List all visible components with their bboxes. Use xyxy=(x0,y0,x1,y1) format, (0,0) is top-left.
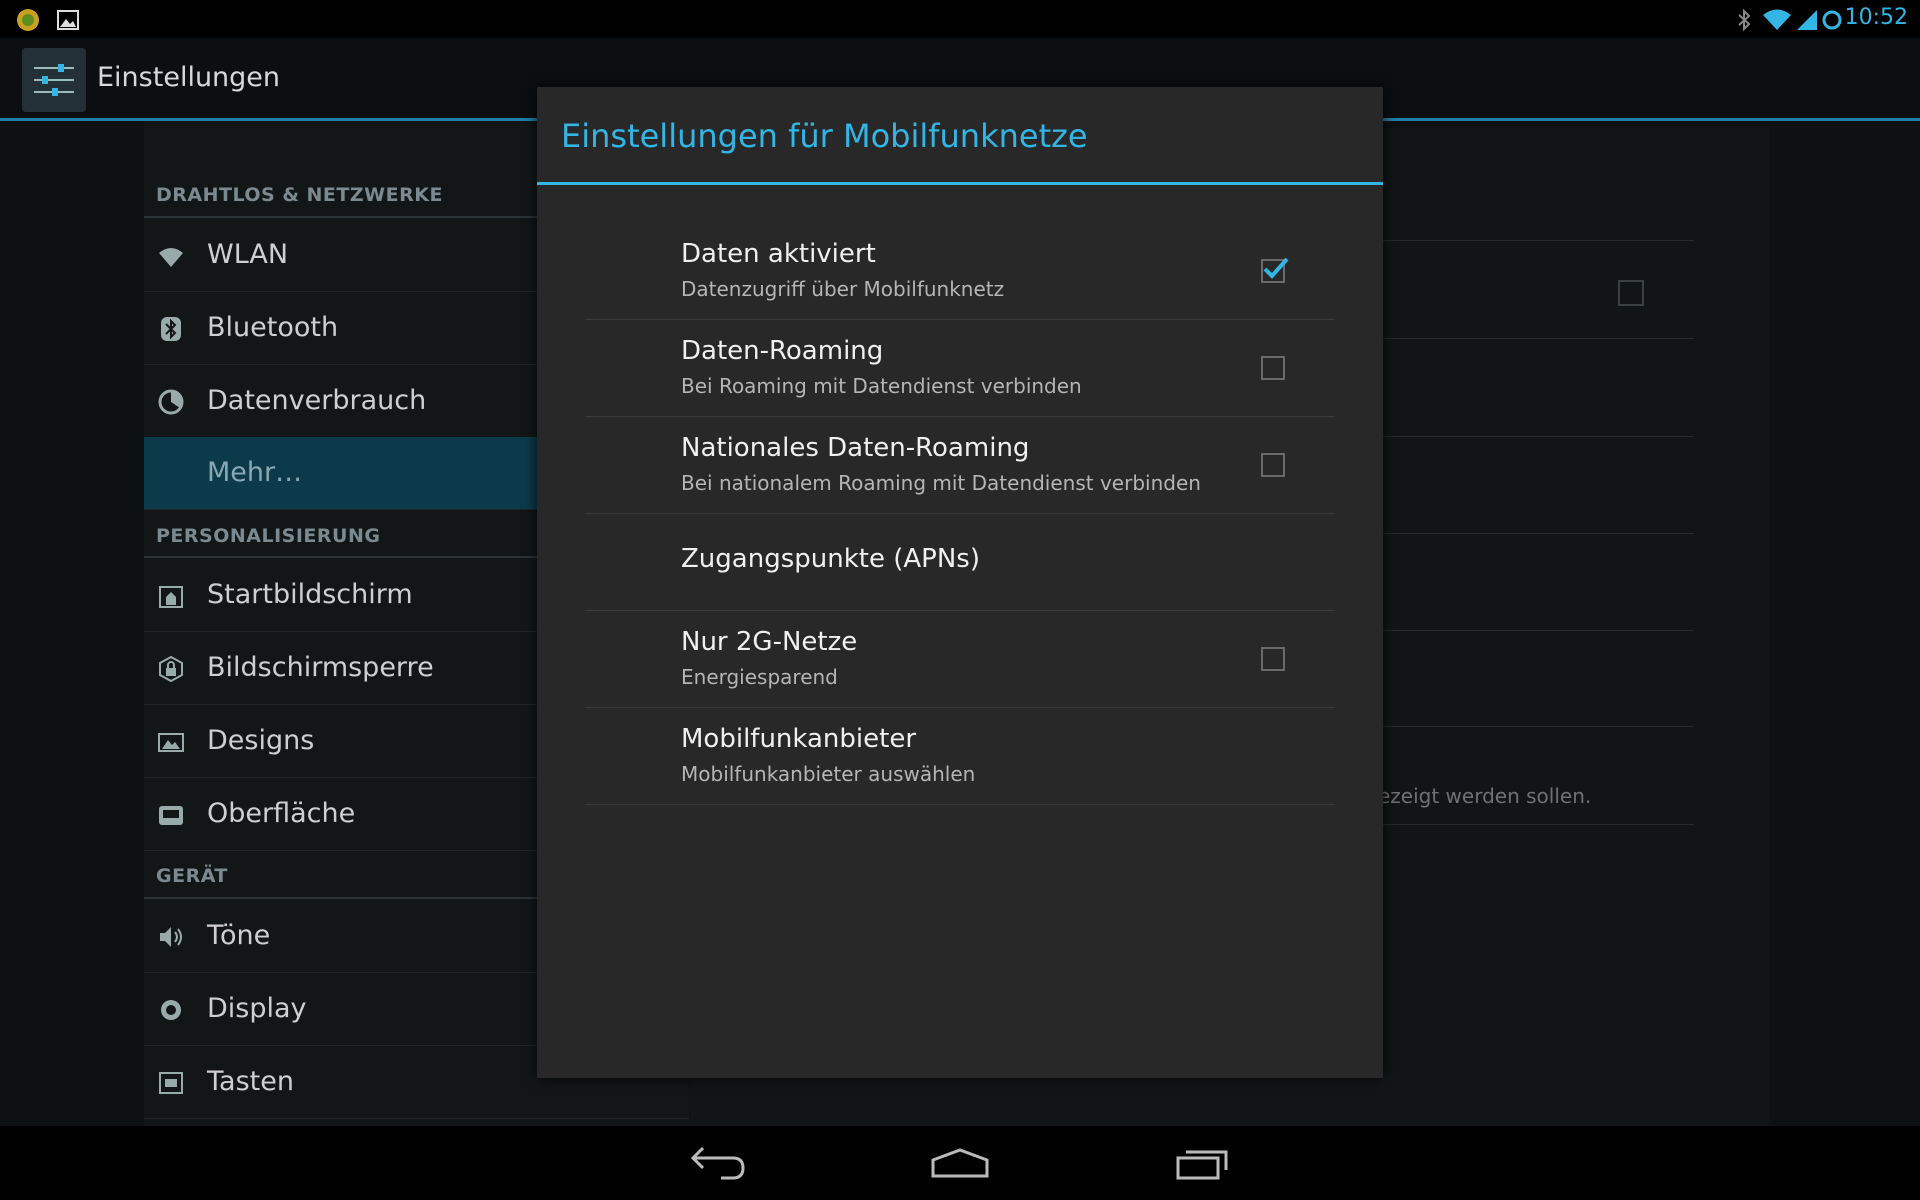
sidebar-item-label: Bildschirmsperre xyxy=(207,652,434,683)
section-header-personalization: PERSONALISIERUNG xyxy=(156,525,381,547)
recent-apps-icon[interactable] xyxy=(1168,1138,1238,1188)
settings-app-icon[interactable] xyxy=(22,48,86,112)
setting-title: Mobilfunkanbieter xyxy=(681,724,917,754)
setting-summary: Bei nationalem Roaming mit Datendienst v… xyxy=(681,471,1201,495)
setting-data-roaming[interactable]: Daten-Roaming Bei Roaming mit Datendiens… xyxy=(585,320,1335,417)
setting-summary: Datenzugriff über Mobilfunknetz xyxy=(681,277,1005,301)
background-checkbox xyxy=(1618,280,1644,306)
setting-summary: Mobilfunkanbieter auswählen xyxy=(681,762,976,786)
sound-icon xyxy=(160,927,182,947)
2g-only-checkbox[interactable] xyxy=(1261,647,1285,671)
signal-status-icon xyxy=(1797,10,1817,30)
data-enabled-checkbox[interactable] xyxy=(1261,257,1289,283)
setting-title: Zugangspunkte (APNs) xyxy=(681,544,980,574)
setting-title: Daten-Roaming xyxy=(681,336,884,366)
sync-status-icon xyxy=(1822,10,1842,30)
sidebar-item-label: Mehr… xyxy=(207,457,303,488)
setting-title: Nationales Daten-Roaming xyxy=(681,433,1030,463)
sidebar-item-label: Tasten xyxy=(207,1066,294,1097)
mobile-network-settings-dialog: Einstellungen für Mobilfunknetze Daten a… xyxy=(537,87,1383,1078)
setting-summary: Energiesparend xyxy=(681,665,838,689)
sidebar-item-label: WLAN xyxy=(207,239,289,270)
sidebar-item-label: Startbildschirm xyxy=(207,579,413,610)
themes-icon xyxy=(158,733,184,752)
status-bar: 10:52 xyxy=(0,0,1920,38)
sidebar-item-label: Datenverbrauch xyxy=(207,385,427,416)
clock: 10:52 xyxy=(1844,5,1908,30)
sidebar-item-label: Designs xyxy=(207,725,315,756)
dialog-title: Einstellungen für Mobilfunknetze xyxy=(561,117,1088,155)
sidebar-item-label: Oberfläche xyxy=(207,798,356,829)
setting-summary: Bei Roaming mit Datendienst verbinden xyxy=(681,374,1082,398)
wifi-icon xyxy=(159,248,183,267)
setting-2g-only[interactable]: Nur 2G-Netze Energiesparend xyxy=(585,611,1335,708)
keys-icon xyxy=(159,1072,183,1094)
sidebar-item-label: Bluetooth xyxy=(207,312,339,343)
bluetooth-status-icon xyxy=(1738,8,1751,32)
sidebar-item-label: Display xyxy=(207,993,307,1024)
checkmark-icon xyxy=(1263,257,1289,279)
setting-access-point-names[interactable]: Zugangspunkte (APNs) xyxy=(585,514,1335,611)
interface-icon xyxy=(159,806,183,825)
data-usage-icon xyxy=(158,389,184,415)
wifi-status-icon xyxy=(1763,9,1791,30)
data-roaming-checkbox[interactable] xyxy=(1261,356,1285,380)
setting-national-data-roaming[interactable]: Nationales Daten-Roaming Bei nationalem … xyxy=(585,417,1335,514)
home-icon[interactable] xyxy=(925,1138,995,1188)
setting-network-operators[interactable]: Mobilfunkanbieter Mobilfunkanbieter ausw… xyxy=(585,708,1335,805)
app-title: Einstellungen xyxy=(97,62,281,93)
bluetooth-icon xyxy=(161,317,181,341)
app-notification-icon xyxy=(17,9,39,31)
home-screen-icon xyxy=(159,586,183,608)
national-roaming-checkbox[interactable] xyxy=(1261,453,1285,477)
dialog-divider xyxy=(537,182,1383,185)
navigation-bar xyxy=(0,1126,1920,1200)
background-partial-text: ezeigt werden sollen. xyxy=(1378,784,1592,808)
setting-title: Daten aktiviert xyxy=(681,239,876,269)
setting-data-enabled[interactable]: Daten aktiviert Datenzugriff über Mobilf… xyxy=(585,223,1335,320)
section-header-device: GERÄT xyxy=(156,865,228,887)
image-notification-icon xyxy=(57,10,79,30)
display-icon xyxy=(161,1000,181,1020)
sidebar-item-label: Töne xyxy=(207,920,271,951)
section-header-wireless: DRAHTLOS & NETZWERKE xyxy=(156,184,443,206)
setting-title: Nur 2G-Netze xyxy=(681,627,858,657)
sliders-icon xyxy=(34,64,74,96)
lock-icon xyxy=(159,656,183,682)
back-icon[interactable] xyxy=(681,1138,751,1188)
